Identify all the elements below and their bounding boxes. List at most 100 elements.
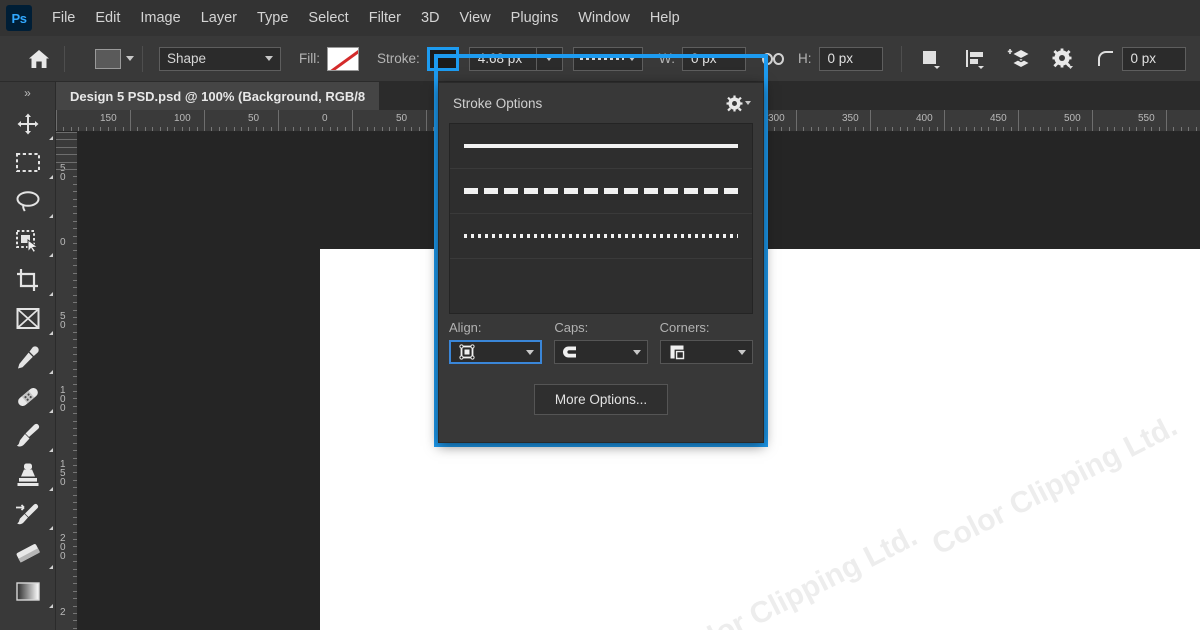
ruler-tick (1136, 127, 1138, 131)
ruler-tick (73, 228, 77, 230)
stroke-preset-dashed[interactable] (450, 169, 752, 214)
tool-lasso[interactable] (0, 182, 56, 221)
ruler-tick-label: 0 (60, 237, 66, 248)
ruler-tick (73, 398, 77, 400)
stroke-preset-empty-area (450, 259, 752, 313)
ruler-tick (218, 127, 220, 131)
align-select[interactable] (449, 340, 543, 364)
menu-item-plugins[interactable]: Plugins (501, 6, 569, 30)
tool-rectangular-marquee[interactable] (0, 143, 56, 182)
tool-frame[interactable] (0, 299, 56, 338)
ruler-tick (973, 127, 975, 131)
menu-item-type[interactable]: Type (247, 6, 298, 30)
ruler-tick (285, 127, 287, 131)
stroke-options-header: Stroke Options (439, 83, 763, 123)
ruler-tick (389, 127, 390, 131)
vertical-ruler[interactable]: 50 0 50 100 150 200 2 (56, 132, 78, 630)
ruler-tick-label: 500 (1064, 113, 1081, 124)
ruler-tick (115, 127, 117, 131)
corner-radius-input[interactable]: 0 px (1121, 46, 1186, 71)
tool-group-indicator (49, 370, 53, 374)
tool-mode-select[interactable]: Shape (159, 46, 281, 71)
tool-spot-healing-brush[interactable] (0, 377, 56, 416)
tool-preset-picker[interactable] (95, 48, 134, 69)
ruler-tick (329, 127, 331, 131)
menu-item-3d[interactable]: 3D (411, 6, 450, 30)
tool-gradient[interactable] (0, 572, 56, 611)
ruler-tick (73, 524, 77, 526)
ruler-tick (174, 127, 176, 131)
more-options-button[interactable]: More Options... (533, 384, 669, 415)
chevron-down-icon (737, 349, 746, 355)
shape-tool-preset-swatch (95, 48, 121, 69)
shape-settings-button[interactable] (1048, 45, 1078, 73)
chevron-down-icon (265, 56, 273, 61)
stroke-options-menu-button[interactable] (726, 95, 751, 112)
ruler-tick (818, 127, 820, 131)
tool-object-selection[interactable] (0, 221, 56, 260)
tool-eraser[interactable] (0, 533, 56, 572)
ruler-tick (73, 516, 77, 518)
stroke-preset-solid[interactable] (450, 124, 752, 169)
ruler-tick (907, 127, 908, 131)
ruler-tick (100, 127, 102, 131)
ruler-tick (1084, 127, 1086, 131)
ruler-tick-label: 100 (174, 113, 191, 124)
ruler-tick (144, 127, 146, 131)
fill-swatch[interactable] (327, 46, 359, 71)
menu-item-layer[interactable]: Layer (191, 6, 247, 30)
ruler-tick (374, 127, 376, 131)
ruler-tick (73, 183, 77, 185)
menu-item-help[interactable]: Help (640, 6, 690, 30)
ruler-tick (63, 127, 65, 131)
menu-item-view[interactable]: View (450, 6, 501, 30)
tool-group-indicator (49, 175, 53, 179)
ruler-tick (73, 309, 77, 311)
toolbox-expand-button[interactable]: » (0, 82, 55, 104)
menu-item-file[interactable]: File (42, 6, 85, 30)
menu-item-image[interactable]: Image (130, 6, 190, 30)
ruler-tick (73, 405, 77, 407)
tool-crop[interactable] (0, 260, 56, 299)
menu-item-edit[interactable]: Edit (85, 6, 130, 30)
caps-select[interactable] (554, 340, 648, 364)
path-alignment-button[interactable] (960, 45, 990, 73)
tool-history-brush[interactable] (0, 494, 56, 533)
path-arrangement-button[interactable] (1004, 45, 1034, 73)
home-button[interactable] (22, 42, 56, 76)
caps-control: Caps: (554, 320, 648, 364)
ruler-tick-label: 150 (100, 113, 117, 124)
ruler-tick (1077, 127, 1079, 131)
ruler-tick (73, 487, 77, 489)
ruler-tick (56, 146, 77, 148)
tool-group-indicator (49, 292, 53, 296)
ruler-tick (381, 127, 383, 131)
height-input[interactable]: 0 px (818, 46, 883, 71)
path-operations-button[interactable] (916, 45, 946, 73)
ruler-tick (73, 531, 77, 533)
ruler-tick (1158, 127, 1160, 131)
tool-brush[interactable] (0, 416, 56, 455)
ruler-tick (1106, 127, 1108, 131)
ruler-tick (995, 127, 997, 131)
ruler-tick (73, 442, 77, 444)
ruler-tick (292, 127, 294, 131)
ruler-tick (1062, 127, 1064, 131)
corners-select[interactable] (659, 340, 753, 364)
ruler-tick (73, 383, 77, 385)
tool-move[interactable] (0, 104, 56, 143)
menu-item-filter[interactable]: Filter (359, 6, 411, 30)
ruler-tick (73, 450, 77, 452)
stroke-preset-dotted[interactable] (450, 214, 752, 259)
ruler-tick-label: 50 (396, 113, 408, 124)
ruler-tick-label: 400 (916, 113, 933, 124)
document-tab[interactable]: Design 5 PSD.psd @ 100% (Background, RGB… (56, 82, 380, 110)
menu-item-select[interactable]: Select (298, 6, 358, 30)
tool-group-indicator (49, 136, 53, 140)
tool-eyedropper[interactable] (0, 338, 56, 377)
divider (64, 45, 65, 72)
menu-item-window[interactable]: Window (568, 6, 640, 30)
ruler-tick (773, 127, 775, 131)
tool-clone-stamp[interactable] (0, 455, 56, 494)
ruler-tick (73, 235, 77, 237)
